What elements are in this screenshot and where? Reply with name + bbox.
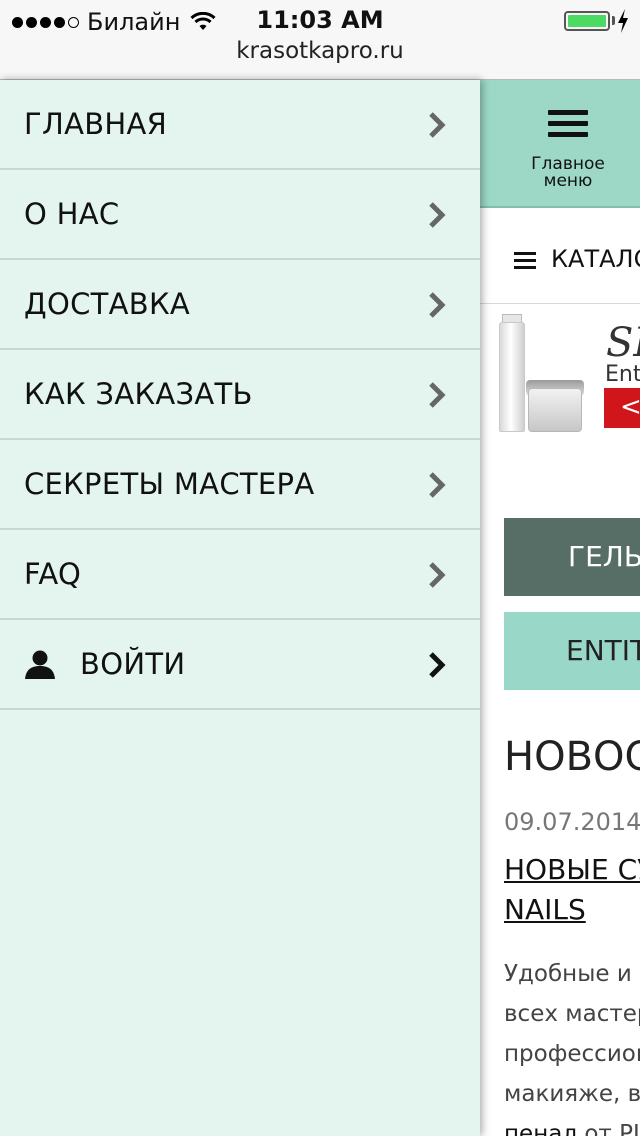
login-label: ВОЙТИ xyxy=(80,647,186,681)
news-heading: НОВОС xyxy=(504,734,640,780)
chevron-right-icon xyxy=(429,382,446,408)
promo-banner[interactable]: SPA Ent < xyxy=(480,306,640,456)
chevron-right-icon xyxy=(429,292,446,318)
news-text-line: пенал от PL xyxy=(504,1114,640,1136)
main-menu-button[interactable]: Главное меню xyxy=(480,80,640,208)
banner-brand: SPA xyxy=(606,320,640,366)
chevron-right-icon xyxy=(429,202,446,228)
news-date: 09.07.2014 xyxy=(504,808,640,836)
news-excerpt: Удобные и всех мастер профессиона макияж… xyxy=(504,954,640,1136)
chevron-right-icon xyxy=(429,652,446,678)
news-text-line: макияже, в xyxy=(504,1081,640,1107)
menu-item-about[interactable]: О НАС xyxy=(0,170,480,260)
menu-item-label: ГЛАВНАЯ xyxy=(24,107,168,141)
news-text-tail: от PL xyxy=(577,1121,640,1136)
news-text-line: профессиона xyxy=(504,1041,640,1067)
gel-category-button[interactable]: ГЕЛЬ- xyxy=(504,518,640,596)
news-link-line2: NAILS xyxy=(504,893,586,926)
menu-item-label: О НАС xyxy=(24,197,120,231)
page-content: Главное меню КАТАЛОГ SPA Ent < ГЕЛЬ- ENT… xyxy=(480,80,640,1136)
chevron-right-icon xyxy=(429,472,446,498)
menu-item-master-secrets[interactable]: СЕКРЕТЫ МАСТЕРА xyxy=(0,440,480,530)
menu-item-home[interactable]: ГЛАВНАЯ xyxy=(0,80,480,170)
battery-cap xyxy=(612,16,615,25)
entity-category-button[interactable]: ENTIT xyxy=(504,612,640,690)
news-text-line: всех мастер xyxy=(504,1001,640,1027)
menu-item-delivery[interactable]: ДОСТАВКА xyxy=(0,260,480,350)
menu-item-faq[interactable]: FAQ xyxy=(0,530,480,620)
menu-item-label: КАК ЗАКАЗАТЬ xyxy=(24,377,253,411)
chevron-right-icon xyxy=(429,562,446,588)
user-icon xyxy=(25,650,55,679)
catalog-button[interactable]: КАТАЛОГ xyxy=(480,210,640,304)
news-article-link[interactable]: НОВЫЕ СУ NAILS xyxy=(504,850,640,930)
status-bar: Билайн 11:03 AM krasotkapro.ru xyxy=(0,0,640,80)
side-drawer-menu: ГЛАВНАЯ О НАС ДОСТАВКА КАК ЗАКАЗАТЬ СЕКР… xyxy=(0,80,480,1136)
catalog-label: КАТАЛОГ xyxy=(551,245,640,273)
battery-icon xyxy=(564,11,610,31)
banner-subtitle: Ent xyxy=(605,362,640,387)
hamburger-icon xyxy=(548,110,588,143)
list-icon xyxy=(514,252,536,273)
menu-item-label: FAQ xyxy=(24,557,82,591)
bottle-image xyxy=(499,322,525,432)
menu-item-how-to-order[interactable]: КАК ЗАКАЗАТЬ xyxy=(0,350,480,440)
pencil-case-link[interactable]: пенал xyxy=(504,1121,577,1136)
menu-item-login[interactable]: ВОЙТИ xyxy=(0,620,480,710)
status-time: 11:03 AM xyxy=(256,6,384,34)
banner-prev-button[interactable]: < xyxy=(604,388,640,428)
menu-item-label: ДОСТАВКА xyxy=(24,287,191,321)
chevron-right-icon xyxy=(429,112,446,138)
news-text-line: Удобные и xyxy=(504,961,632,987)
jar-image xyxy=(528,388,582,432)
menu-item-label: СЕКРЕТЫ МАСТЕРА xyxy=(24,467,315,501)
url-bar[interactable]: krasotkapro.ru xyxy=(0,38,640,64)
main-menu-label: Главное меню xyxy=(531,154,605,191)
news-link-line1: НОВЫЕ СУ xyxy=(504,853,640,886)
charging-icon xyxy=(618,9,628,33)
